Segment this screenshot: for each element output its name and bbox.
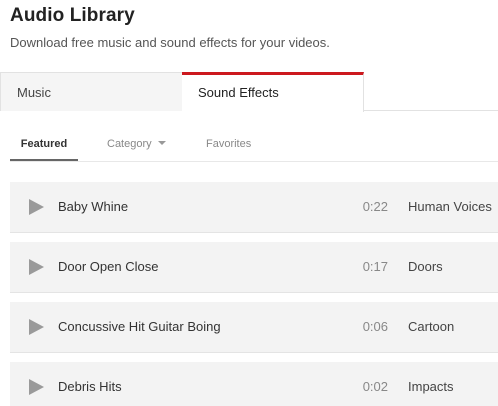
play-icon[interactable] — [29, 199, 44, 215]
sub-tab-bar: Featured Category Favorites — [10, 128, 498, 162]
track-row[interactable]: Baby Whine 0:22 Human Voices — [10, 182, 498, 233]
subtab-featured[interactable]: Featured — [10, 128, 78, 161]
subtab-category-label: Category — [107, 138, 152, 150]
subtab-category-dropdown[interactable]: Category — [107, 128, 166, 161]
track-genre: Cartoon — [408, 319, 455, 334]
track-duration: 0:02 — [362, 379, 388, 394]
page-title: Audio Library — [10, 5, 135, 26]
play-icon[interactable] — [29, 319, 44, 335]
subtab-featured-label: Featured — [20, 138, 68, 150]
tab-music[interactable]: Music — [0, 72, 183, 111]
track-name: Baby Whine — [58, 199, 129, 214]
main-tab-bar: Music Sound Effects — [0, 72, 498, 112]
track-genre: Doors — [408, 259, 443, 274]
tab-sound-effects[interactable]: Sound Effects — [182, 72, 364, 112]
track-duration: 0:06 — [362, 319, 388, 334]
play-icon[interactable] — [29, 379, 44, 395]
subtab-favorites-label: Favorites — [206, 138, 252, 150]
track-name: Concussive Hit Guitar Boing — [58, 319, 221, 334]
subtab-favorites[interactable]: Favorites — [206, 128, 251, 161]
track-name: Debris Hits — [58, 379, 122, 394]
page-header: Audio Library Download free music and so… — [0, 0, 498, 72]
track-row[interactable]: Concussive Hit Guitar Boing 0:06 Cartoon — [10, 302, 498, 353]
play-icon[interactable] — [29, 259, 44, 275]
track-duration: 0:17 — [362, 259, 388, 274]
page-subtitle: Download free music and sound effects fo… — [10, 35, 330, 50]
caret-down-icon — [157, 141, 166, 146]
track-row[interactable]: Debris Hits 0:02 Impacts — [10, 362, 498, 406]
track-name: Door Open Close — [58, 259, 159, 274]
track-row[interactable]: Door Open Close 0:17 Doors — [10, 242, 498, 293]
track-duration: 0:22 — [362, 199, 388, 214]
track-genre: Human Voices — [408, 199, 492, 214]
sound-effects-list: Baby Whine 0:22 Human Voices Door Open C… — [10, 182, 498, 406]
track-genre: Impacts — [408, 379, 454, 394]
